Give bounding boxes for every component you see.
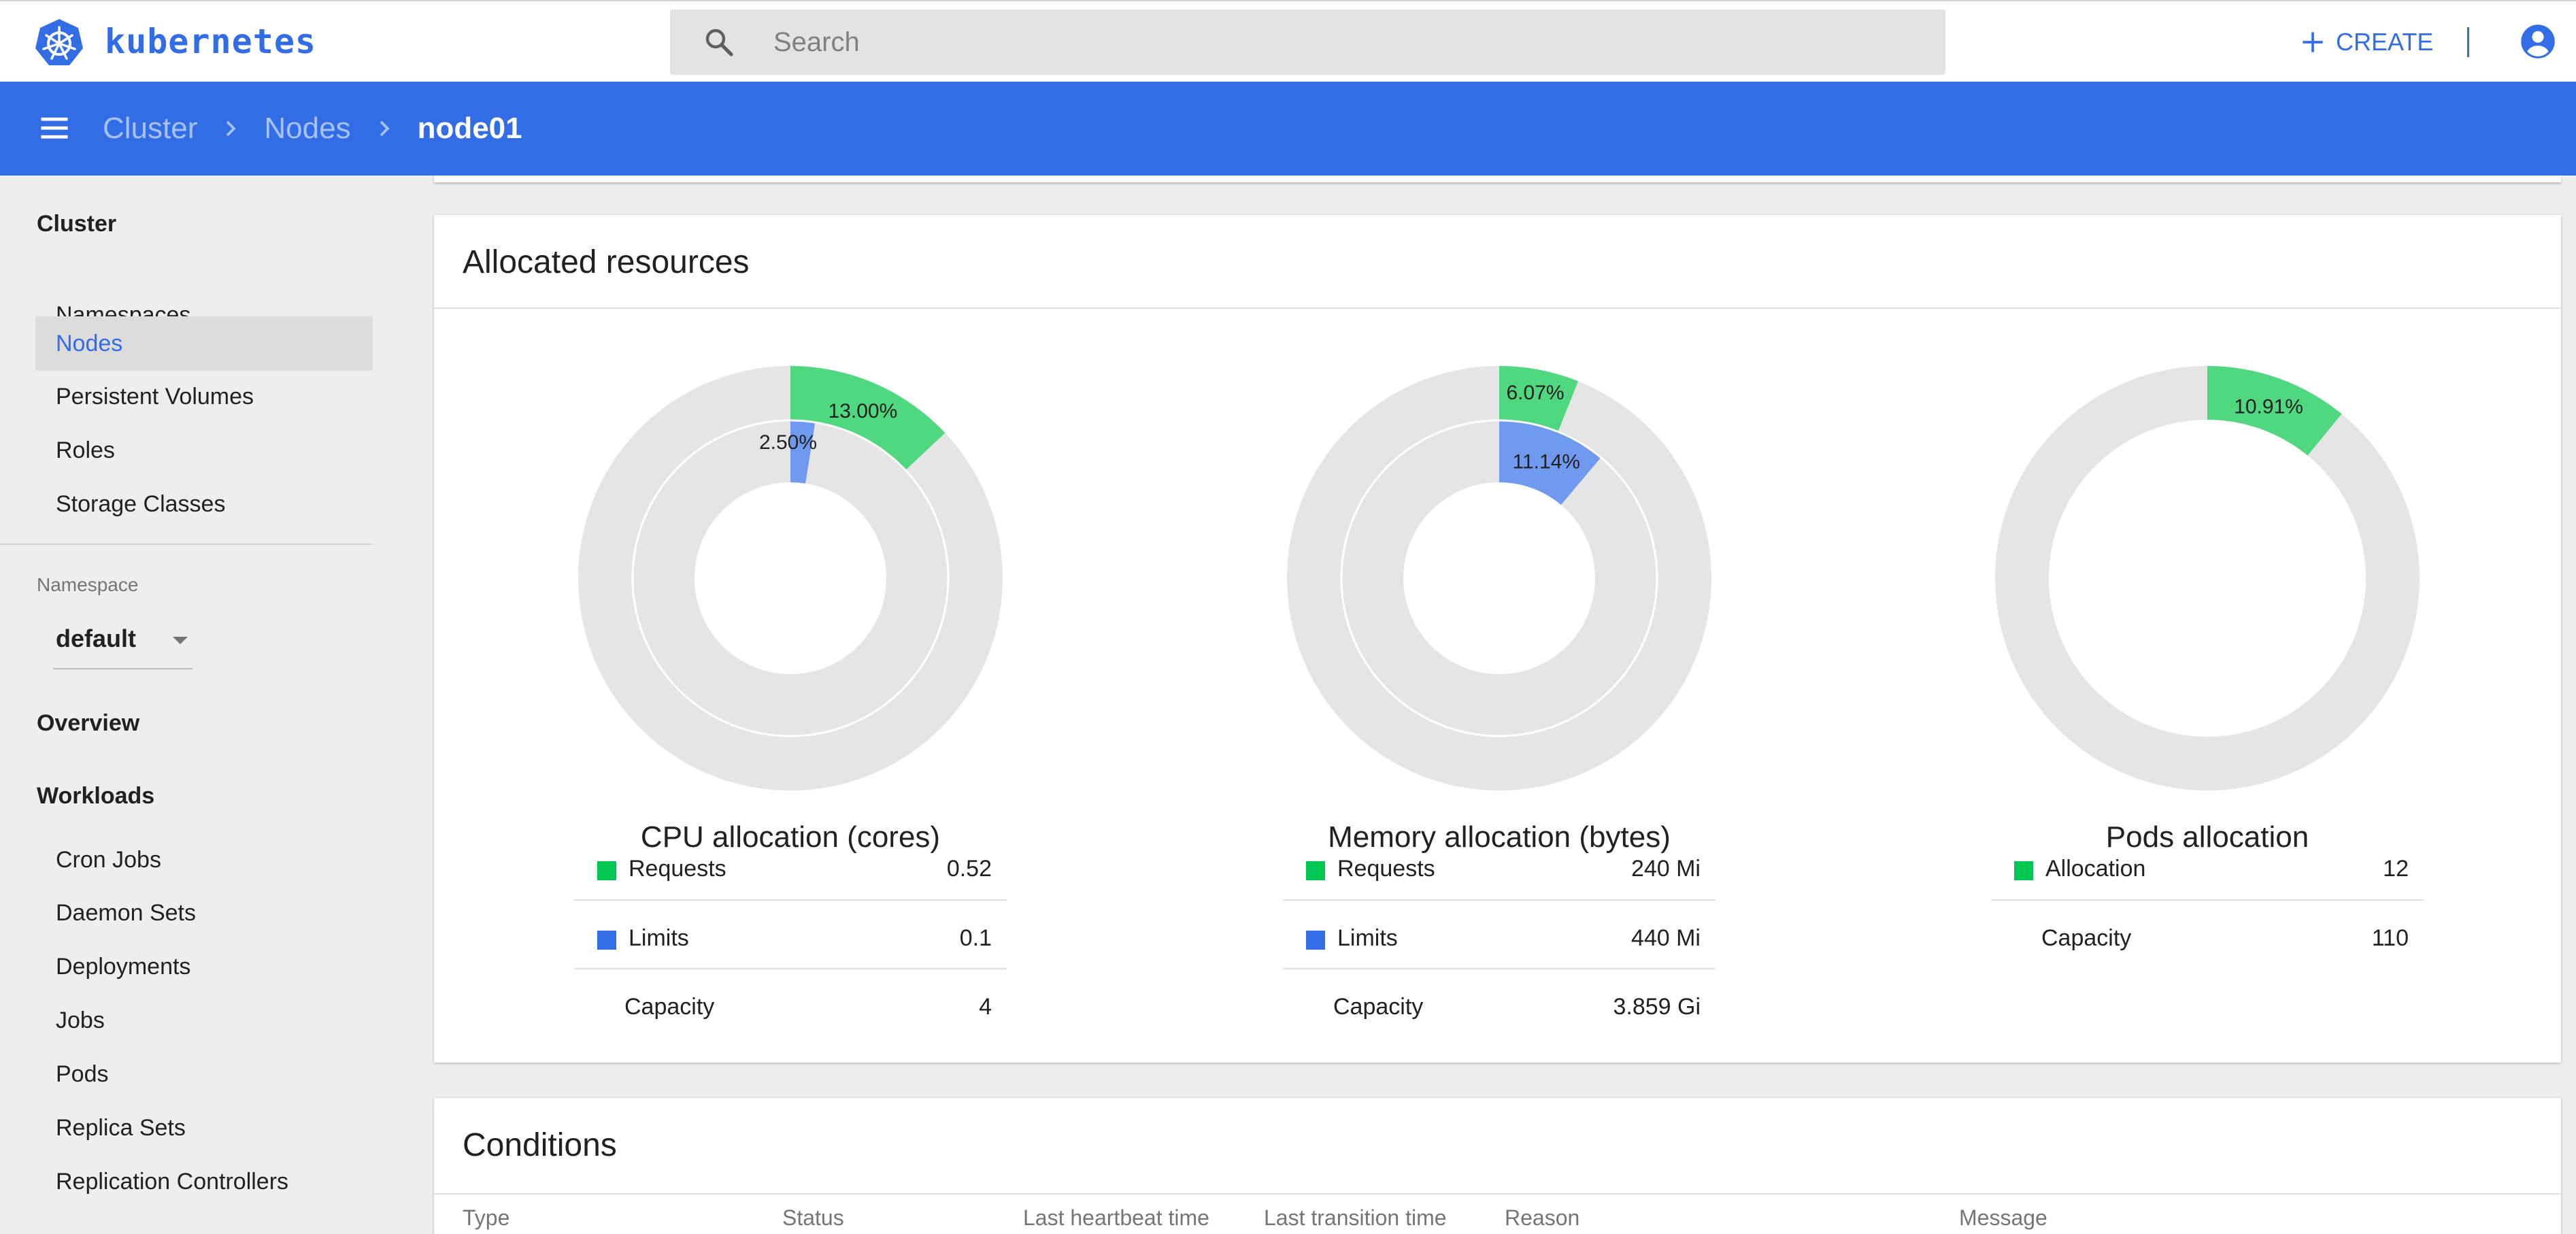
row-label: Capacity xyxy=(2041,925,2132,951)
row-value: 240 Mi xyxy=(1630,856,1701,882)
conditions-title: Conditions xyxy=(463,1127,617,1163)
allocated-resources-card: Allocated resources 13.00% 2.50% CPU allo… xyxy=(434,215,2561,1063)
sidebar-heading-cluster[interactable]: Cluster xyxy=(37,211,116,237)
previous-card-bottom xyxy=(434,176,2561,182)
plus-icon xyxy=(2303,32,2323,52)
row-divider xyxy=(574,968,1007,969)
memory-allocation-donut: 6.07% 11.14% xyxy=(1287,366,1711,790)
memory-limits-label: 11.14% xyxy=(1513,450,1581,473)
sidebar-item-deployments[interactable]: Deployments xyxy=(35,939,373,994)
create-button[interactable]: CREATE xyxy=(2298,22,2433,63)
pods-allocation-label: 10.91% xyxy=(2234,396,2303,418)
brand-name[interactable]: kubernetes xyxy=(105,22,316,61)
row-label: Limits xyxy=(629,925,689,951)
breadcrumb-nodes[interactable]: Nodes xyxy=(264,112,350,146)
row-label: Requests xyxy=(629,856,726,882)
sidebar-item-replication-controllers[interactable]: Replication Controllers xyxy=(35,1154,373,1209)
breadcrumb-bar: Cluster Nodes node01 xyxy=(0,82,2576,176)
memory-capacity-row: Capacity 3.859 Gi xyxy=(1283,968,1716,1036)
cpu-requests-row: Requests 0.52 xyxy=(574,830,1007,898)
conditions-card: Conditions xyxy=(434,1098,2561,1234)
column-header-type[interactable]: Type xyxy=(463,1205,509,1231)
row-value: 0.1 xyxy=(959,925,992,951)
breadcrumb-current: node01 xyxy=(417,112,522,145)
chevron-right-icon xyxy=(380,120,390,137)
create-button-label: CREATE xyxy=(2336,28,2434,56)
column-header-reason[interactable]: Reason xyxy=(1505,1205,1579,1231)
row-value: 110 xyxy=(2371,925,2409,951)
memory-limits-row: Limits 440 Mi xyxy=(1283,899,1716,967)
cpu-limits-label: 2.50% xyxy=(759,431,817,454)
row-value: 4 xyxy=(979,994,992,1020)
namespace-label: Namespace xyxy=(37,574,139,595)
dropdown-arrow-icon xyxy=(173,637,188,644)
column-header-last-heartbeat-time[interactable]: Last heartbeat time xyxy=(1023,1205,1209,1231)
sidebar-item-nodes[interactable]: Nodes xyxy=(35,316,373,371)
breadcrumb-cluster[interactable]: Cluster xyxy=(103,112,197,146)
breadcrumb: Cluster Nodes node01 xyxy=(103,82,522,176)
limits-swatch xyxy=(1306,931,1325,950)
memory-requests-row: Requests 240 Mi xyxy=(1283,830,1716,898)
row-value: 440 Mi xyxy=(1630,925,1701,951)
search-icon xyxy=(705,29,733,56)
requests-swatch xyxy=(1306,861,1325,880)
pods-allocation-row: Allocation 12 xyxy=(1991,830,2424,898)
row-divider xyxy=(574,899,1007,901)
cpu-requests-label: 13.00% xyxy=(829,400,898,422)
top-app-bar: kubernetes CREATE xyxy=(0,0,2576,82)
search-input[interactable] xyxy=(773,10,1916,75)
column-header-status[interactable]: Status xyxy=(782,1205,844,1231)
row-value: 3.859 Gi xyxy=(1613,994,1701,1020)
allocation-swatch xyxy=(2014,861,2033,880)
sidebar-item-roles[interactable]: Roles xyxy=(35,423,373,478)
sidebar-item-daemon-sets[interactable]: Daemon Sets xyxy=(35,886,373,940)
sidebar: Cluster Namespaces Nodes Persistent Volu… xyxy=(0,176,395,1223)
allocated-resources-title: Allocated resources xyxy=(463,244,750,280)
sidebar-divider xyxy=(0,544,373,545)
requests-swatch xyxy=(597,861,616,880)
search-box[interactable] xyxy=(670,10,1945,75)
namespace-select[interactable]: default xyxy=(53,612,193,669)
row-divider xyxy=(1283,899,1716,901)
namespace-value: default xyxy=(56,624,137,652)
card-divider xyxy=(434,307,2561,309)
sidebar-heading-workloads[interactable]: Workloads xyxy=(37,783,154,810)
row-label: Limits xyxy=(1337,925,1398,951)
sidebar-item-pods[interactable]: Pods xyxy=(35,1047,373,1101)
row-label: Allocation xyxy=(2045,856,2146,882)
row-label: Capacity xyxy=(1333,994,1424,1020)
pods-capacity-row: Capacity 110 xyxy=(1991,899,2424,967)
row-value: 0.52 xyxy=(946,856,992,882)
row-divider xyxy=(1283,968,1716,969)
card-divider xyxy=(434,1193,2561,1195)
menu-icon[interactable] xyxy=(37,110,72,146)
toolbar-divider xyxy=(2467,27,2469,57)
sidebar-item-replica-sets[interactable]: Replica Sets xyxy=(35,1101,373,1155)
row-value: 12 xyxy=(2383,856,2409,882)
cpu-capacity-row: Capacity 4 xyxy=(574,968,1007,1036)
sidebar-item-cron-jobs[interactable]: Cron Jobs xyxy=(35,833,373,887)
pods-allocation-track xyxy=(1995,366,2420,790)
pods-allocation-donut: 10.91% xyxy=(1995,366,2420,790)
kubernetes-logo-icon[interactable] xyxy=(34,18,84,68)
sidebar-item-jobs[interactable]: Jobs xyxy=(35,993,373,1048)
memory-requests-label: 6.07% xyxy=(1507,382,1565,404)
limits-swatch xyxy=(597,931,616,950)
sidebar-item-persistent-volumes[interactable]: Persistent Volumes xyxy=(35,369,373,424)
column-header-message[interactable]: Message xyxy=(1959,1205,2047,1231)
row-label: Capacity xyxy=(624,994,715,1020)
cpu-limits-row: Limits 0.1 xyxy=(574,899,1007,967)
chevron-right-icon xyxy=(227,120,237,137)
row-label: Requests xyxy=(1337,856,1435,882)
row-divider xyxy=(1991,899,2424,901)
sidebar-heading-overview[interactable]: Overview xyxy=(37,710,139,737)
column-header-last-transition-time[interactable]: Last transition time xyxy=(1264,1205,1447,1231)
cpu-allocation-donut: 13.00% 2.50% xyxy=(578,366,1003,790)
account-icon[interactable] xyxy=(2520,23,2556,60)
sidebar-item-storage-classes[interactable]: Storage Classes xyxy=(35,477,373,531)
